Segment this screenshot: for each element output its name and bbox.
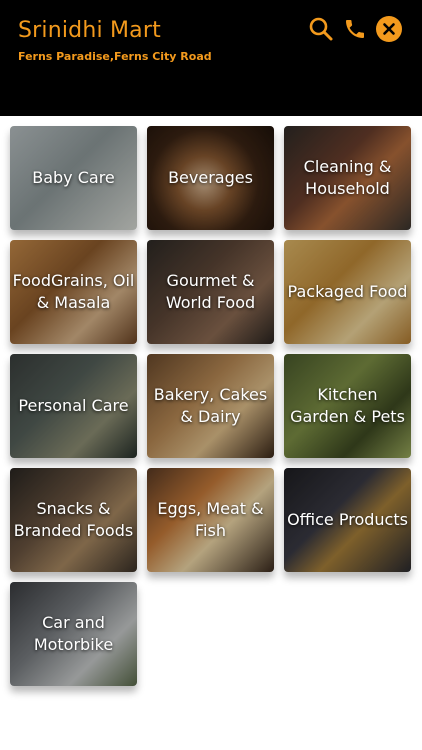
category-tile-personal-care[interactable]: Personal Care: [10, 354, 137, 458]
category-label: Kitchen Garden & Pets: [290, 385, 405, 426]
category-label: Packaged Food: [287, 282, 408, 302]
category-tile-office-products[interactable]: Office Products: [284, 468, 411, 572]
category-label: Office Products: [287, 510, 408, 530]
close-icon[interactable]: [376, 16, 402, 42]
category-grid: Baby Care Beverages Cleaning & Household Fo…: [10, 126, 411, 686]
store-address: Ferns Paradise,Ferns City Road: [18, 50, 212, 63]
category-tile-packaged-food[interactable]: Packaged Food: [284, 240, 411, 344]
category-tile-bakery-cakes-dairy[interactable]: Bakery, Cakes & Dairy: [147, 354, 274, 458]
category-label: Eggs, Meat & Fish: [157, 499, 264, 540]
category-label: Gourmet & World Food: [165, 271, 256, 312]
category-tile-kitchen-garden-pets[interactable]: Kitchen Garden & Pets: [284, 354, 411, 458]
store-name: Srinidhi Mart: [18, 18, 161, 43]
category-label: Bakery, Cakes & Dairy: [153, 385, 268, 426]
app-header: Srinidhi Mart Ferns Paradise,Ferns City …: [0, 0, 422, 116]
category-label: FoodGrains, Oil & Masala: [12, 271, 135, 312]
category-tile-beverages[interactable]: Beverages: [147, 126, 274, 230]
search-icon[interactable]: [308, 16, 334, 42]
category-tile-snacks-branded-foods[interactable]: Snacks & Branded Foods: [10, 468, 137, 572]
category-label: Beverages: [168, 168, 253, 188]
category-label: Car and Motorbike: [33, 613, 114, 654]
category-tile-cleaning-household[interactable]: Cleaning & Household: [284, 126, 411, 230]
category-label: Cleaning & Household: [303, 157, 392, 198]
category-tile-car-motorbike[interactable]: Car and Motorbike: [10, 582, 137, 686]
category-tile-foodgrains-oil-masala[interactable]: FoodGrains, Oil & Masala: [10, 240, 137, 344]
phone-icon[interactable]: [342, 16, 368, 42]
category-label: Personal Care: [18, 396, 129, 416]
category-tile-baby-care[interactable]: Baby Care: [10, 126, 137, 230]
category-label: Baby Care: [32, 168, 115, 188]
category-label: Snacks & Branded Foods: [13, 499, 134, 540]
category-tile-eggs-meat-fish[interactable]: Eggs, Meat & Fish: [147, 468, 274, 572]
category-tile-gourmet-world-food[interactable]: Gourmet & World Food: [147, 240, 274, 344]
